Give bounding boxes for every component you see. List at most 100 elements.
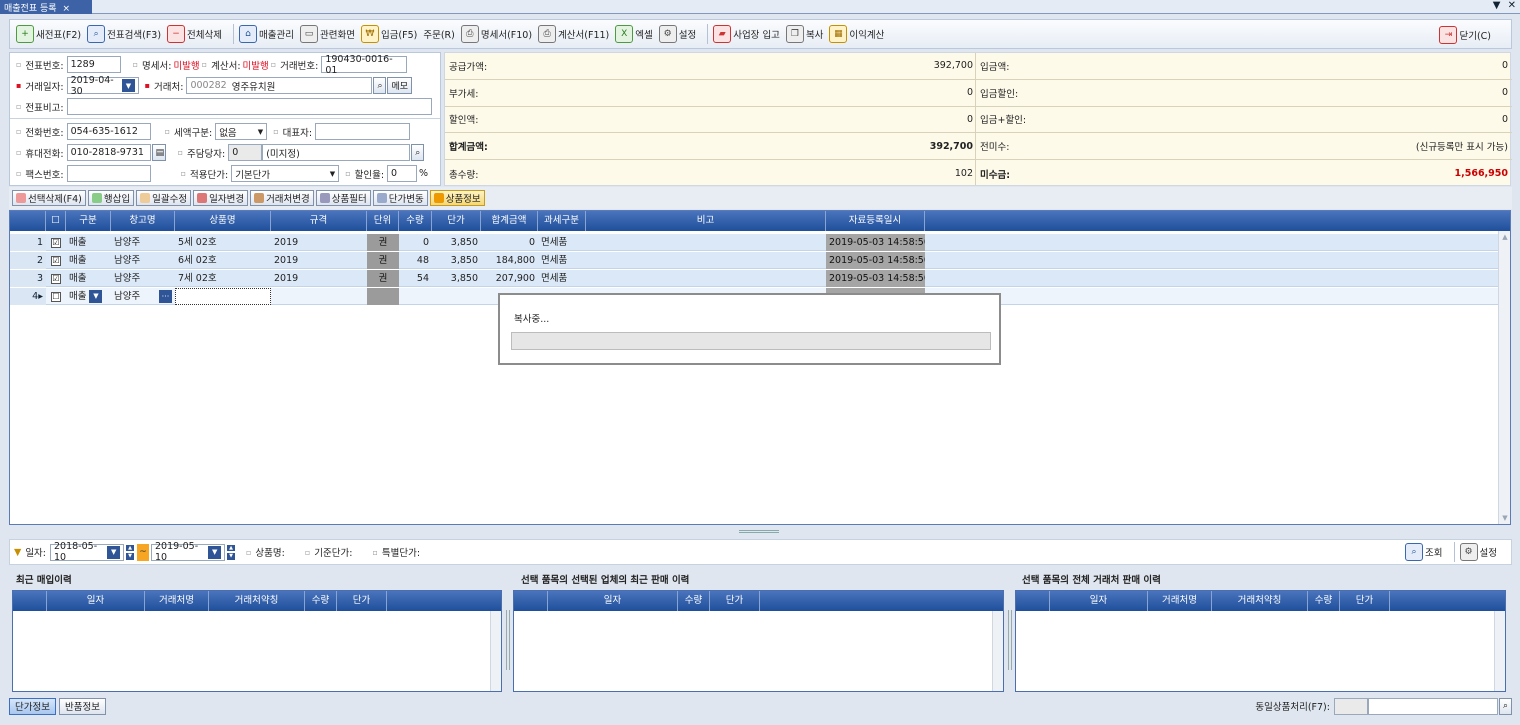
- phone-field[interactable]: 054-635-1612: [66, 123, 151, 140]
- grid-scrollbar[interactable]: ▲ ▼: [1498, 231, 1510, 524]
- header-date[interactable]: 일자: [47, 591, 145, 611]
- panel-scrollbar[interactable]: [1494, 611, 1505, 691]
- cell-tax[interactable]: 면세품: [538, 270, 586, 287]
- cell-total[interactable]: 0: [481, 234, 538, 251]
- same-item-name-field[interactable]: [1367, 697, 1498, 715]
- phone-book-icon[interactable]: ▤: [151, 144, 166, 161]
- tab-close-icon[interactable]: ×: [63, 4, 71, 14]
- sales-mgmt-button[interactable]: ⌂ 매출관리: [239, 25, 294, 43]
- header-date[interactable]: 일자: [548, 591, 678, 611]
- excel-button[interactable]: X 엑셀: [615, 25, 653, 43]
- header-partner[interactable]: 거래처명: [1148, 591, 1212, 611]
- same-item-code-field[interactable]: [1333, 697, 1368, 715]
- header-partner-abbr[interactable]: 거래처약칭: [1212, 591, 1308, 611]
- header-date[interactable]: 일자: [1050, 591, 1148, 611]
- dropdown-icon[interactable]: ▼: [1493, 0, 1501, 11]
- row-checkbox[interactable]: ☑: [46, 234, 66, 251]
- cell-unit[interactable]: 권: [367, 234, 399, 251]
- statement-button[interactable]: ⎙ 명세서(F10): [460, 25, 532, 43]
- cell-qty[interactable]: 48: [399, 252, 432, 269]
- ceo-field[interactable]: [315, 123, 411, 140]
- header-price[interactable]: 단가: [337, 591, 387, 611]
- cell-unit[interactable]: 권: [367, 252, 399, 269]
- insert-row-button[interactable]: 행삽입: [87, 190, 135, 206]
- header-qty[interactable]: 수량: [678, 591, 710, 611]
- table-row[interactable]: 2 ☑ 매출 남양주 6세 02호 2019 권 48 3,850 184,80…: [10, 252, 1498, 269]
- checkbox[interactable]: ☑: [51, 274, 61, 284]
- header-type[interactable]: 구분: [66, 211, 111, 231]
- cell-item-editor[interactable]: [175, 288, 271, 305]
- price-info-tab[interactable]: 단가정보: [9, 697, 56, 715]
- header-qty[interactable]: 수량: [1308, 591, 1340, 611]
- cell-warehouse[interactable]: 남양주: [111, 270, 175, 287]
- header-tax[interactable]: 과세구분: [538, 211, 586, 231]
- header-partner[interactable]: 거래처명: [145, 591, 209, 611]
- order-button[interactable]: 주문(R): [423, 27, 455, 41]
- date-from-spinner[interactable]: ▲ ▼: [125, 543, 135, 561]
- cell-spec[interactable]: 2019: [271, 252, 367, 269]
- partner-field[interactable]: 000282 영주유치원: [186, 77, 373, 94]
- cell-price[interactable]: 3,850: [432, 234, 481, 251]
- header-check[interactable]: ☐: [46, 211, 66, 231]
- slip-no-field[interactable]: 1289: [66, 56, 121, 73]
- scroll-up-icon[interactable]: ▲: [1499, 231, 1511, 243]
- date-to-spinner[interactable]: ▲ ▼: [226, 543, 236, 561]
- ellipsis-icon[interactable]: ···: [159, 290, 172, 303]
- header-item[interactable]: 상품명: [175, 211, 271, 231]
- header-partner-abbr[interactable]: 거래처약칭: [209, 591, 305, 611]
- copy-button[interactable]: ❐ 복사: [785, 25, 823, 43]
- date-picker[interactable]: 2019-04-30 ▼: [66, 75, 139, 97]
- checkbox[interactable]: ☑: [51, 238, 61, 248]
- item-filter-button[interactable]: 상품필터: [315, 190, 371, 206]
- biz-in-button[interactable]: ▰ 사업장 입고: [713, 25, 780, 43]
- header-price[interactable]: 단가: [710, 591, 760, 611]
- spin-up-icon[interactable]: ▲: [226, 543, 236, 552]
- mobile-field[interactable]: 010-2818-9731: [66, 144, 151, 161]
- cell-item[interactable]: 6세 02호: [175, 252, 271, 269]
- row-checkbox[interactable]: ☐: [46, 288, 66, 305]
- cell-tax[interactable]: 면세품: [538, 234, 586, 251]
- partner-search-button[interactable]: ⌕: [373, 77, 387, 94]
- cell-remark[interactable]: [586, 252, 826, 269]
- header-spec[interactable]: 규격: [271, 211, 367, 231]
- new-slip-button[interactable]: + 새전표(F2): [16, 25, 81, 43]
- invoice-button[interactable]: ⎙ 계산서(F11): [538, 25, 609, 43]
- return-info-tab[interactable]: 반품정보: [58, 697, 106, 715]
- header-total[interactable]: 합계금액: [481, 211, 538, 231]
- cell-item[interactable]: 5세 02호: [175, 234, 271, 251]
- scroll-down-icon[interactable]: ▼: [1499, 512, 1511, 524]
- panel-scrollbar[interactable]: [992, 611, 1003, 691]
- header-regdate[interactable]: 자료등록일시: [826, 211, 925, 231]
- cell-item[interactable]: 7세 02호: [175, 270, 271, 287]
- table-row[interactable]: 3 ☑ 매출 남양주 7세 02호 2019 권 54 3,850 207,90…: [10, 270, 1498, 287]
- tab-sales-slip[interactable]: 매출전표 등록 ×: [0, 0, 92, 14]
- cell-type[interactable]: 매출: [66, 270, 111, 287]
- same-item-search-button[interactable]: ⌕: [1498, 697, 1512, 715]
- cell-price[interactable]: 3,850: [432, 252, 481, 269]
- memo-button[interactable]: 메모: [387, 77, 413, 94]
- calendar-dropdown-icon[interactable]: ▼: [208, 545, 221, 559]
- spin-down-icon[interactable]: ▼: [226, 552, 236, 561]
- cell-remark[interactable]: [586, 234, 826, 251]
- cell-tax[interactable]: 면세품: [538, 252, 586, 269]
- cell-qty[interactable]: 54: [399, 270, 432, 287]
- partner-change-button[interactable]: 거래처변경: [250, 190, 314, 206]
- cell-remark[interactable]: [586, 270, 826, 287]
- date-to-picker[interactable]: 2019-05-10 ▼: [151, 541, 225, 563]
- header-qty[interactable]: 수량: [399, 211, 432, 231]
- slip-search-button[interactable]: ⌕ 전표검색(F3): [87, 25, 161, 43]
- cell-total[interactable]: 184,800: [481, 252, 538, 269]
- tax-select[interactable]: 없음 ▼: [215, 123, 268, 140]
- price-type-select[interactable]: 기본단가 ▼: [231, 165, 340, 182]
- date-from-picker[interactable]: 2018-05-10 ▼: [50, 541, 124, 563]
- related-screen-button[interactable]: ▭ 관련화면: [299, 25, 355, 43]
- header-price[interactable]: 단가: [1340, 591, 1390, 611]
- history-search-button[interactable]: ⌕ 조회: [1405, 543, 1443, 561]
- remark-field[interactable]: [66, 98, 432, 115]
- row-checkbox[interactable]: ☑: [46, 252, 66, 269]
- checkbox[interactable]: ☐: [51, 292, 61, 302]
- spin-up-icon[interactable]: ▲: [125, 543, 135, 552]
- close-button[interactable]: ⇥ 닫기(C): [1439, 26, 1491, 44]
- header-warehouse[interactable]: 창고명: [111, 211, 175, 231]
- panel-splitter[interactable]: [506, 610, 510, 670]
